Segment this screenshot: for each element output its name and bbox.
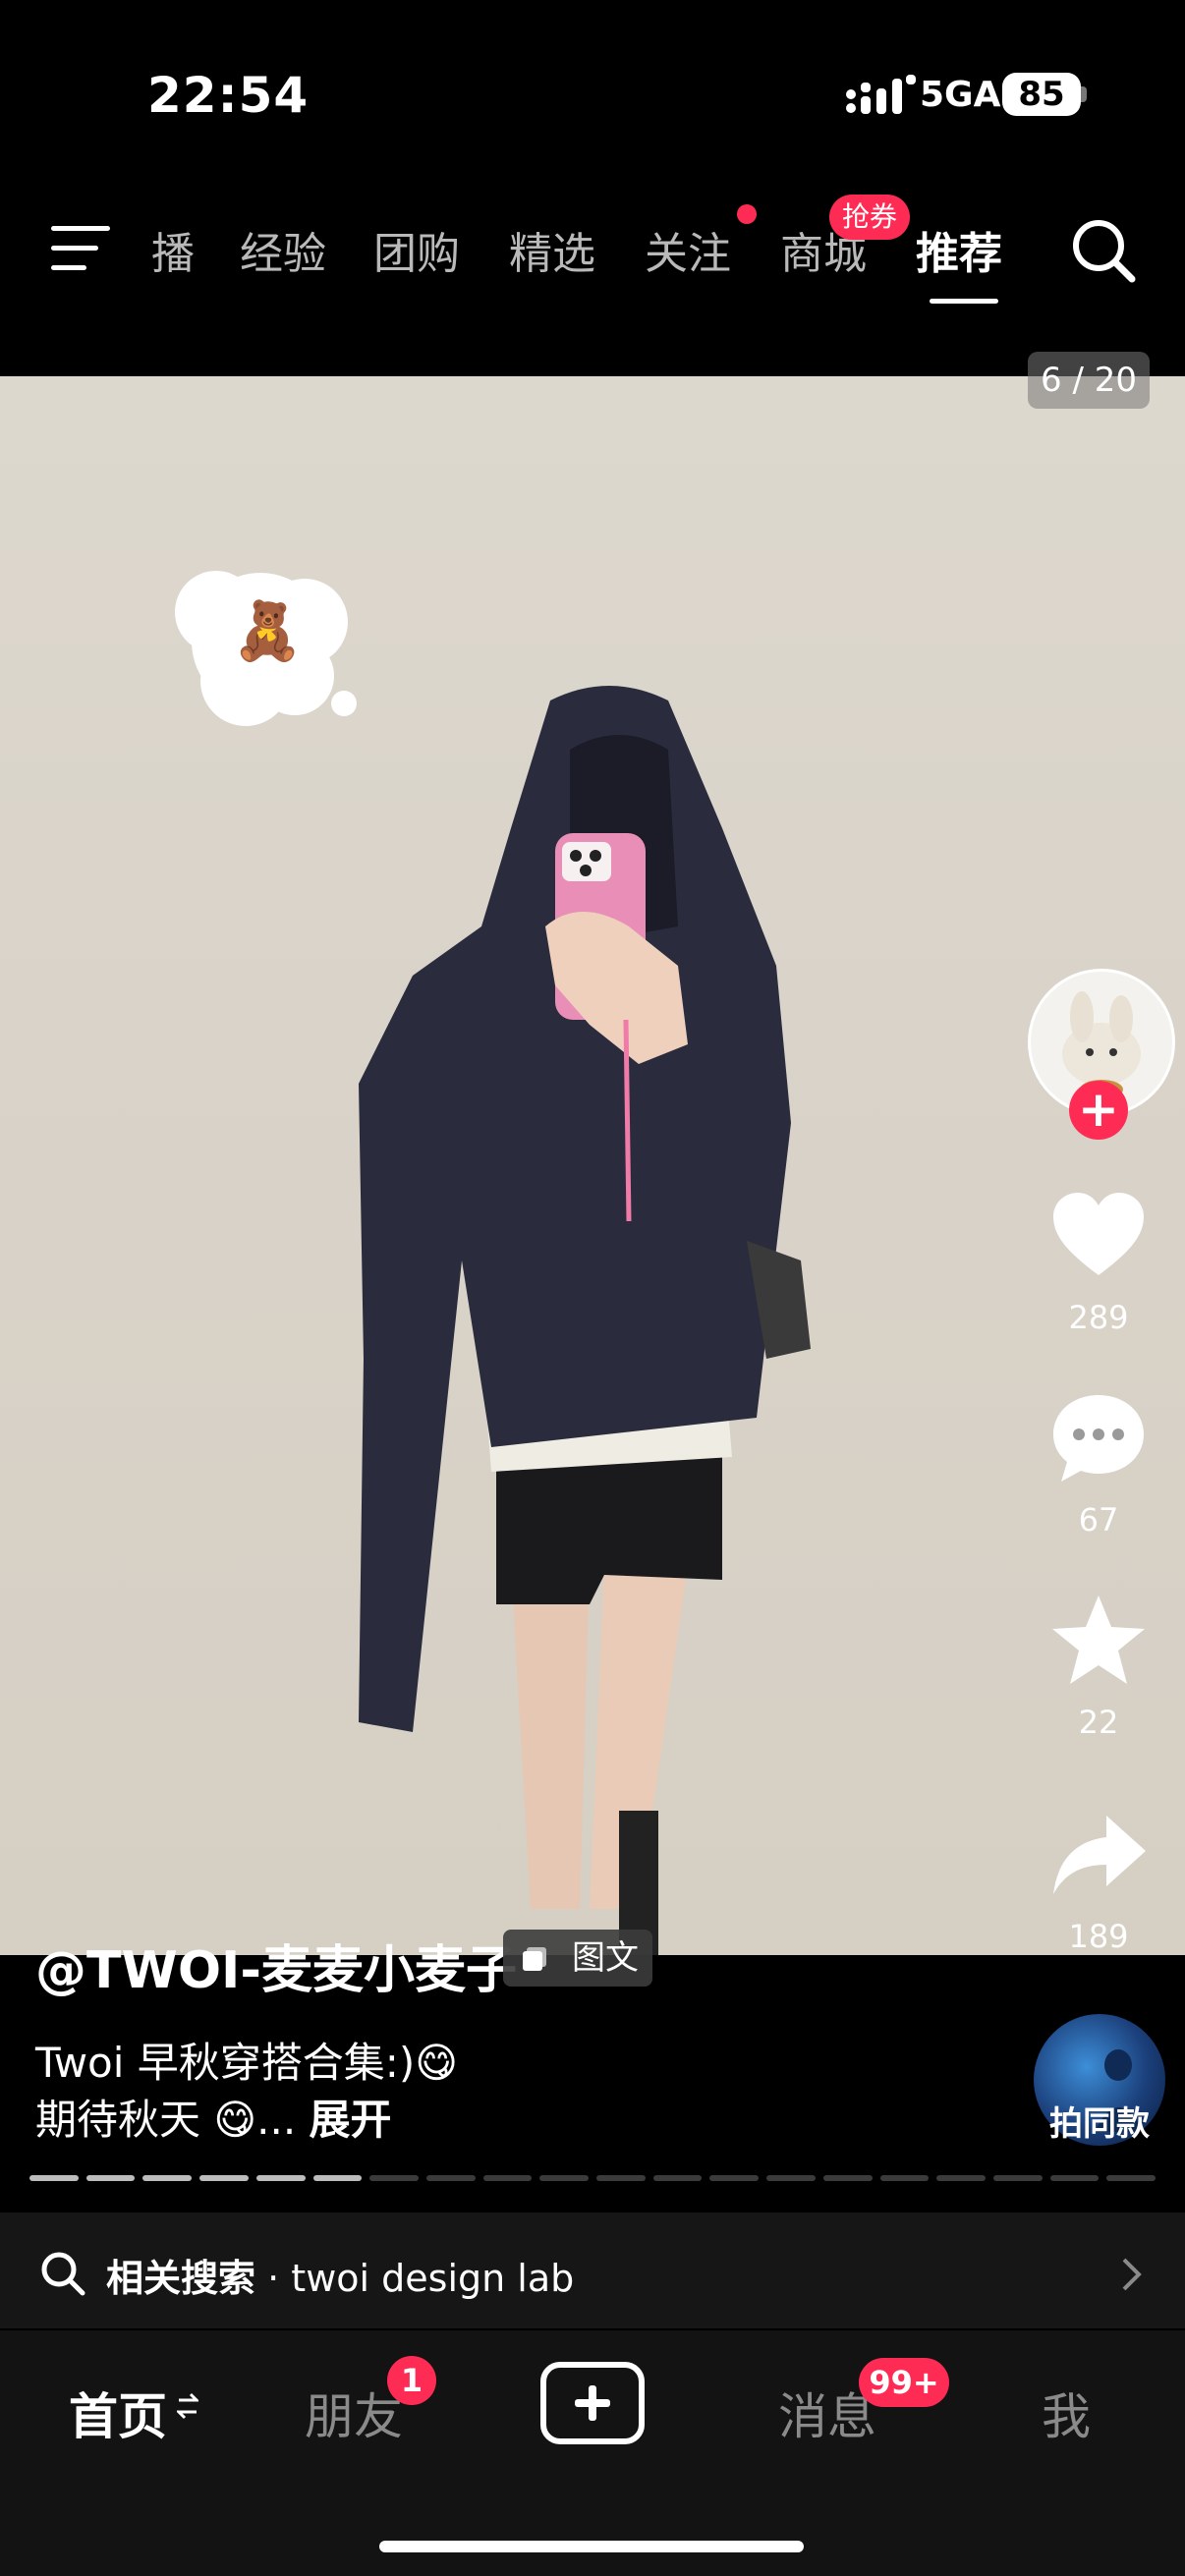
progress-segment (142, 2175, 193, 2181)
progress-segment (312, 2175, 363, 2181)
related-search-query: twoi design lab (291, 2257, 575, 2300)
caption-line-2-text: 期待秋天 😋... (35, 2096, 297, 2144)
progress-segment (255, 2175, 306, 2181)
comment-icon[interactable] (1047, 1387, 1150, 1489)
nav-me[interactable]: 我 (1042, 2378, 1091, 2448)
image-counter: 6 / 20 (1028, 352, 1150, 409)
create-button[interactable] (540, 2362, 645, 2444)
battery-level: 85 (1002, 73, 1081, 116)
active-tab-indicator (930, 299, 998, 304)
progress-segment (766, 2175, 816, 2181)
caption-line-1: Twoi 早秋穿搭合集:)😋 (35, 2039, 459, 2087)
progress-segment (482, 2175, 533, 2181)
tab-following[interactable]: 关注 (645, 218, 731, 281)
follow-button[interactable]: + (1069, 1081, 1128, 1140)
progress-segment (596, 2175, 646, 2181)
star-icon[interactable] (1047, 1590, 1150, 1692)
progress-segment (85, 2175, 136, 2181)
chevron-right-icon (1122, 2258, 1142, 2291)
tab-experience[interactable]: 经验 (240, 218, 326, 281)
progress-segment (936, 2175, 986, 2181)
search-icon (41, 2252, 85, 2296)
menu-icon[interactable] (51, 220, 110, 275)
progress-segment (652, 2175, 703, 2181)
progress-segment (709, 2175, 760, 2181)
progress-segment (425, 2175, 476, 2181)
post-type-label: 图文 (572, 1938, 639, 1978)
tab-featured[interactable]: 精选 (509, 218, 595, 281)
network-type: 5GA (920, 75, 1001, 115)
friends-badge: 1 (387, 2356, 436, 2405)
post-type-tag: 图文 (503, 1930, 652, 1987)
bear-sticker: 🧸 (232, 597, 304, 664)
search-icon[interactable] (1069, 216, 1138, 285)
author-name[interactable]: @TWOI-麦麦小麦子 (35, 1929, 517, 2002)
expand-button[interactable]: 展开 (310, 2096, 392, 2144)
favorite-count: 22 (1078, 1704, 1119, 1741)
related-search-separator: · (267, 2257, 280, 2300)
battery-tip (1081, 86, 1087, 102)
plus-icon (575, 2385, 610, 2421)
progress-segment (199, 2175, 249, 2181)
same-style-label: 拍同款 (1049, 2104, 1150, 2144)
nav-home[interactable]: 首页 (69, 2378, 167, 2448)
caption-line-2[interactable]: 期待秋天 😋... 展开 (35, 2087, 392, 2147)
coupon-badge: 抢券 (829, 195, 910, 240)
image-text-icon (523, 1947, 546, 1971)
photo-illustration (175, 571, 811, 1955)
progress-segment (879, 2175, 930, 2181)
tab-recommend[interactable]: 推荐 (916, 218, 1002, 281)
image-progress (29, 2175, 1157, 2181)
progress-segment (822, 2175, 873, 2181)
progress-segment (369, 2175, 419, 2181)
like-count: 289 (1068, 1299, 1129, 1336)
tab-live[interactable]: 播 (151, 218, 195, 281)
comment-count: 67 (1078, 1501, 1119, 1539)
post-photo[interactable] (0, 376, 1185, 1955)
signal-icon (846, 75, 916, 114)
progress-segment (29, 2175, 79, 2181)
progress-segment (1049, 2175, 1100, 2181)
following-dot (737, 204, 757, 224)
share-count: 189 (1068, 1918, 1129, 1955)
progress-segment (539, 2175, 590, 2181)
home-indicator (379, 2541, 804, 2552)
swap-icon[interactable] (177, 2391, 198, 2421)
share-icon[interactable] (1047, 1804, 1150, 1906)
status-time: 22:54 (147, 67, 310, 124)
tab-group-buy[interactable]: 团购 (373, 218, 460, 281)
related-search-text[interactable]: 相关搜索 · twoi design lab (106, 2248, 574, 2302)
related-search-prefix: 相关搜索 (106, 2257, 256, 2300)
heart-icon[interactable] (1047, 1185, 1150, 1287)
messages-badge: 99+ (859, 2358, 949, 2407)
progress-segment (1106, 2175, 1157, 2181)
progress-segment (992, 2175, 1043, 2181)
